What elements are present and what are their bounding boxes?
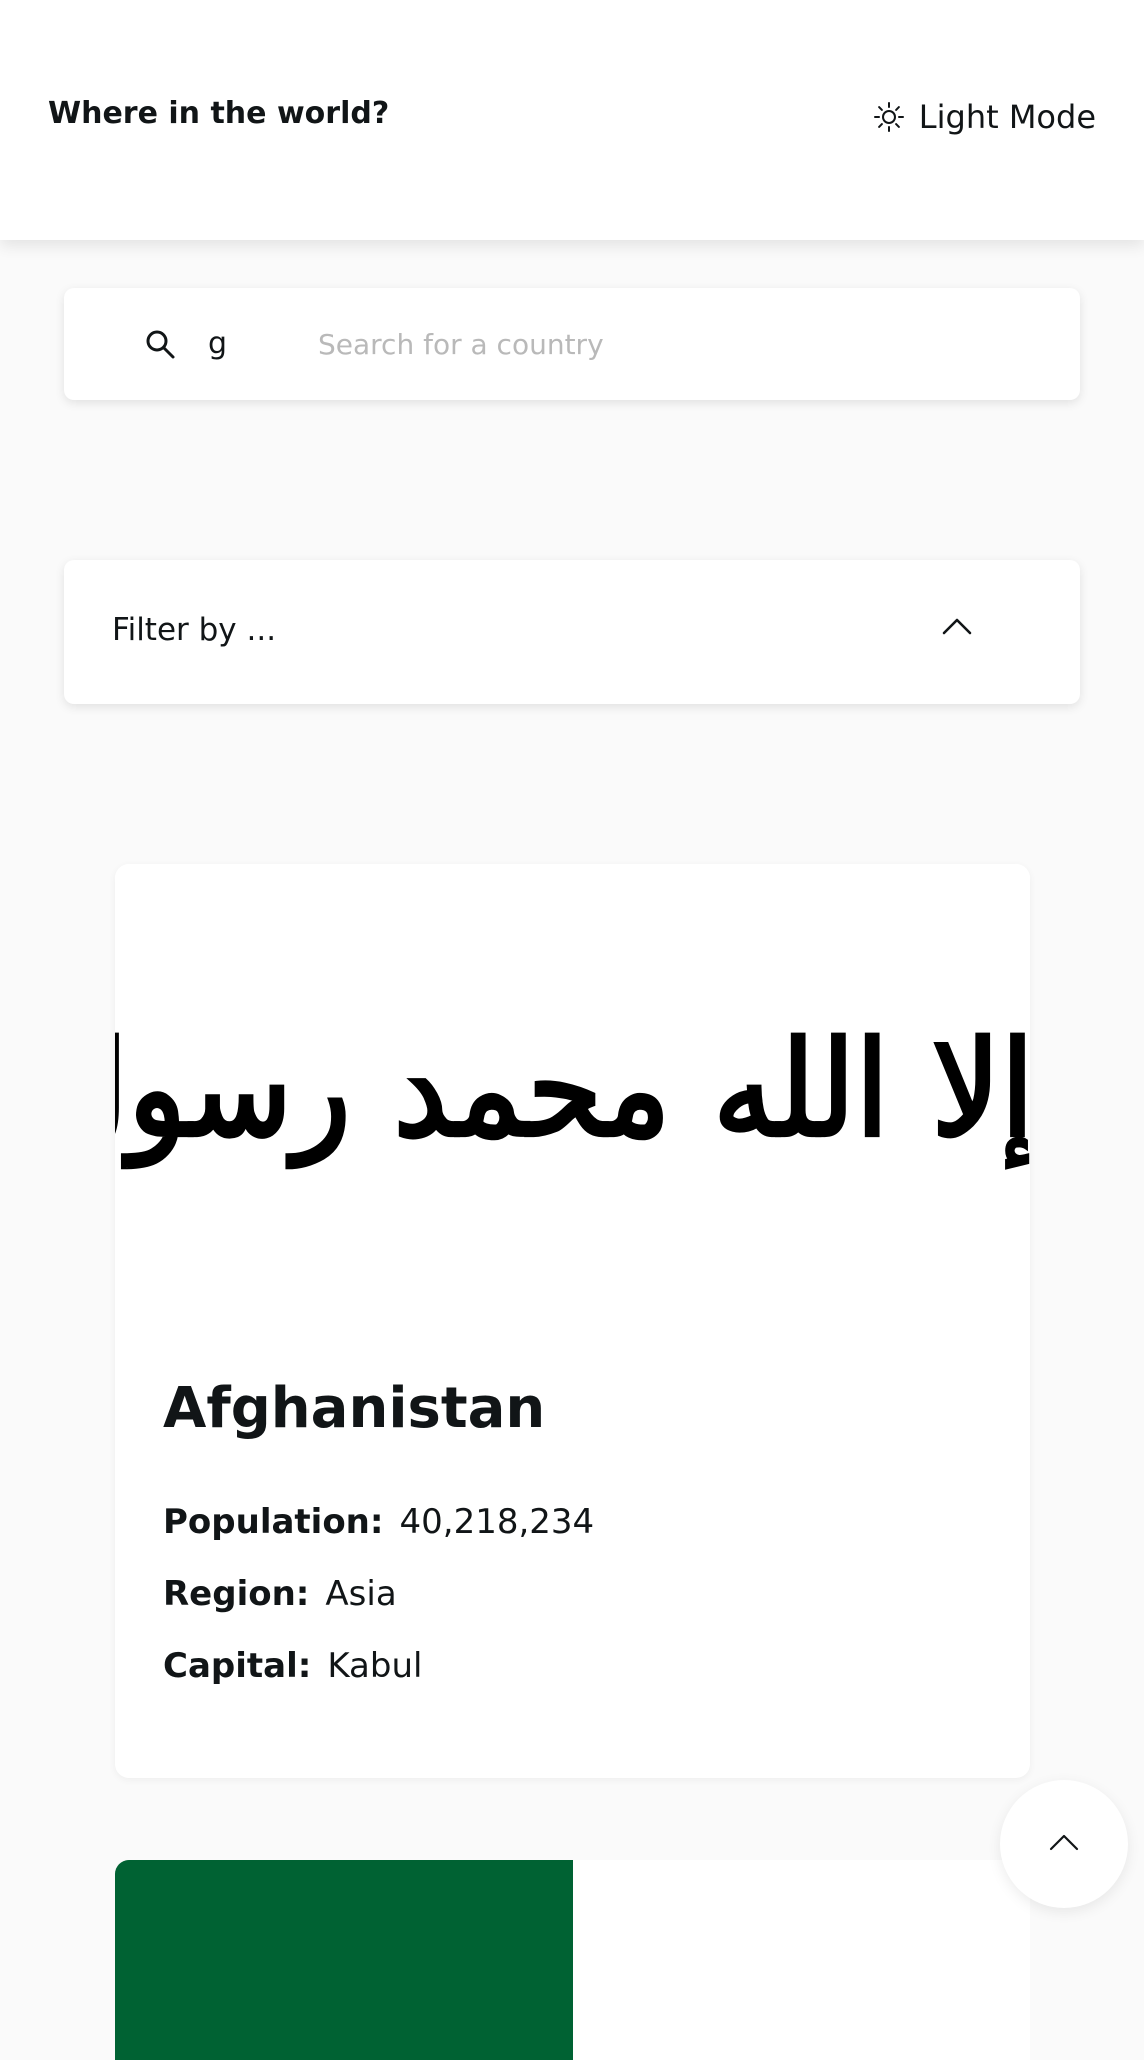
population-value: 40,218,234 <box>399 1502 595 1542</box>
search-input[interactable] <box>318 316 1018 372</box>
app-title: Where in the world? <box>48 96 390 131</box>
country-name: Afghanistan <box>163 1376 546 1441</box>
filter-label: Filter by ... <box>112 612 277 648</box>
region-filter-dropdown[interactable]: Filter by ... <box>64 560 1080 704</box>
country-flag <box>115 1860 573 2060</box>
site-header: Where in the world? Light Mode <box>0 0 1144 240</box>
chevron-up-icon <box>940 614 974 642</box>
capital-info: Capital: Kabul <box>163 1646 422 1686</box>
region-value: Asia <box>325 1574 397 1614</box>
capital-label: Capital: <box>163 1646 312 1686</box>
population-label: Population: <box>163 1502 384 1542</box>
theme-toggle-button[interactable]: Light Mode <box>873 98 1096 136</box>
country-flag: لا إله إلا الله محمد رسول الله <box>115 864 1030 1314</box>
chevron-up-icon <box>1047 1830 1081 1858</box>
scroll-to-top-button[interactable] <box>1000 1780 1128 1908</box>
country-card[interactable] <box>115 1860 1030 2060</box>
capital-value: Kabul <box>327 1646 423 1686</box>
country-card[interactable]: لا إله إلا الله محمد رسول الله Afghanist… <box>115 864 1030 1778</box>
population-info: Population: 40,218,234 <box>163 1502 594 1542</box>
region-label: Region: <box>163 1574 310 1614</box>
theme-toggle-label: Light Mode <box>918 98 1096 136</box>
search-typed-text: g <box>208 326 228 361</box>
region-info: Region: Asia <box>163 1574 397 1614</box>
sun-icon <box>873 101 905 133</box>
search-icon <box>144 328 176 364</box>
flag-calligraphy: لا إله إلا الله محمد رسول الله <box>115 1011 1030 1167</box>
